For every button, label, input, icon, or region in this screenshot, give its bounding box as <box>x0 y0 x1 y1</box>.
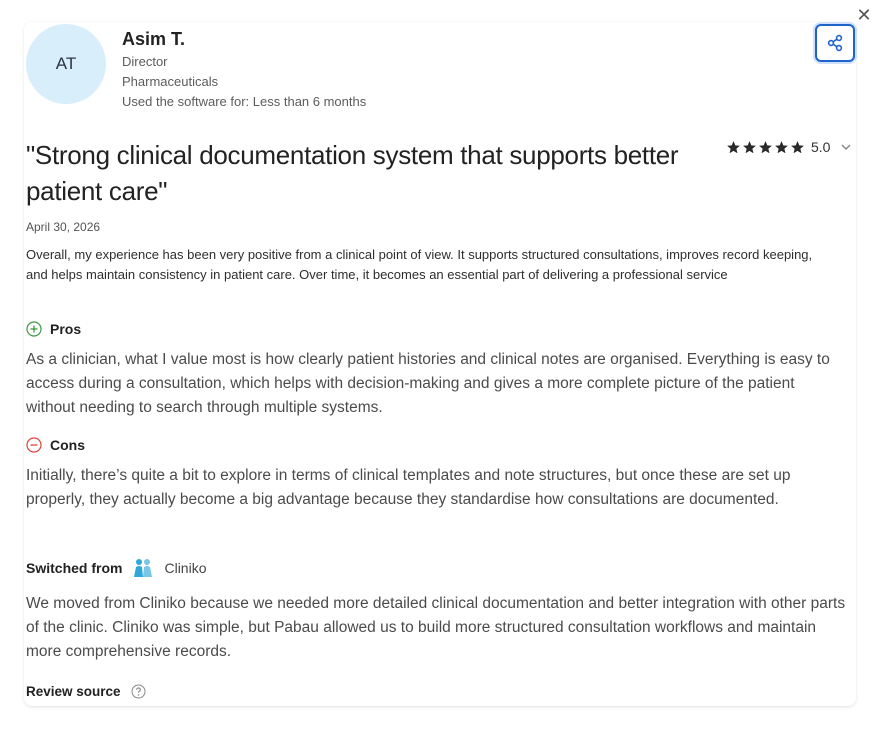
close-icon[interactable]: ✕ <box>856 6 872 24</box>
star-rating <box>726 140 805 155</box>
rating[interactable]: 5.0 <box>726 139 852 155</box>
cliniko-logo-icon <box>134 559 153 577</box>
switched-reason: We moved from Cliniko because we needed … <box>26 595 846 660</box>
star-icon <box>775 140 788 153</box>
star-icon <box>759 140 772 153</box>
share-icon <box>827 34 843 52</box>
review-summary: Overall, my experience has been very pos… <box>26 247 813 282</box>
pros-heading: Pros <box>26 321 81 337</box>
plus-circle-icon <box>26 321 42 337</box>
question-circle-icon[interactable] <box>131 684 146 699</box>
minus-circle-icon <box>26 437 42 453</box>
cons-heading: Cons <box>26 437 85 453</box>
rating-value: 5.0 <box>811 139 831 155</box>
review-date: April 30, 2026 <box>26 220 101 234</box>
review-source: Review source <box>26 684 146 699</box>
avatar: AT <box>26 24 106 104</box>
reviewer-industry: Pharmaceuticals <box>122 74 219 89</box>
cons-label: Cons <box>50 437 85 453</box>
reviewer-role: Director <box>122 54 168 69</box>
star-icon <box>727 140 740 153</box>
switched-from-label: Switched from <box>26 560 123 576</box>
review-source-label: Review source <box>26 684 121 699</box>
switched-product[interactable]: Cliniko <box>164 560 206 576</box>
pros-text: As a clinician, what I value most is how… <box>26 351 830 416</box>
cons-text: Initially, there’s quite a bit to explor… <box>26 467 791 508</box>
switched-from: Switched from Cliniko <box>26 558 206 578</box>
star-icon <box>791 140 804 153</box>
pros-label: Pros <box>50 321 82 337</box>
reviewer-usage: Used the software for: Less than 6 month… <box>122 94 367 109</box>
chevron-down-icon[interactable] <box>840 141 852 153</box>
reviewer-name: Asim T. <box>122 29 186 49</box>
share-button[interactable] <box>815 24 855 62</box>
star-icon <box>743 140 756 153</box>
review-title: "Strong clinical documentation system th… <box>26 140 679 206</box>
